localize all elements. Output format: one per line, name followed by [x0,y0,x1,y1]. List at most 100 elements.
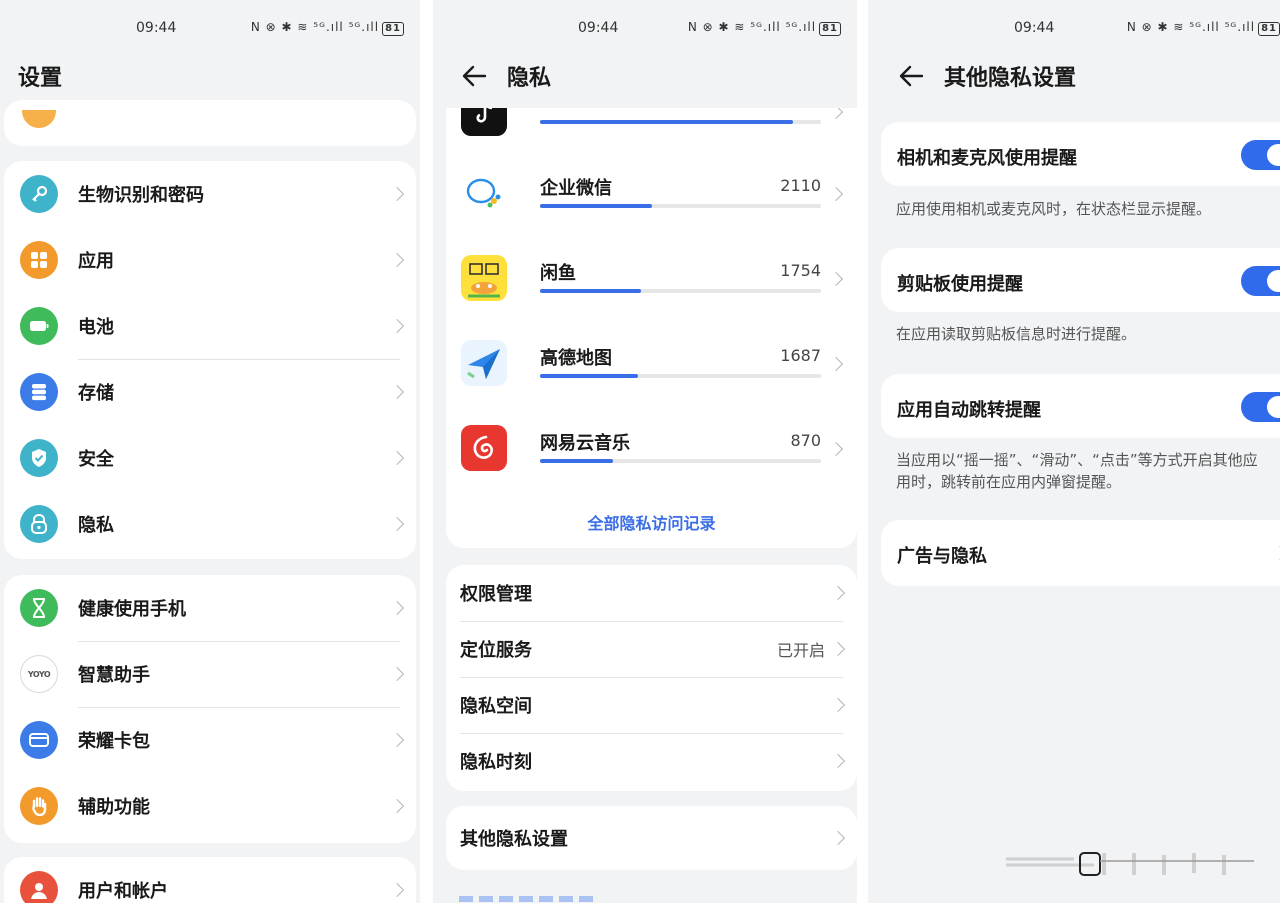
back-arrow-icon[interactable] [898,63,924,89]
battery-icon: 81 [1258,22,1280,36]
app-access-count: 1687 [780,346,821,365]
settings-card-partial [4,100,416,146]
status-bar: 09:44 N ⊗ ✱ ≋ ⁵ᴳ.ıll ⁵ᴳ.ıll 81 [0,0,420,52]
app-row-netease-music[interactable]: 网易云音乐 870 [446,409,857,489]
settings-item-label: 用户和帐户 [78,881,168,902]
app-access-count: 870 [790,431,821,450]
app-row-partial[interactable] [446,108,857,154]
menu-item-value: 已开启 [776,641,825,660]
chevron-right-icon [389,384,405,400]
settings-item-digital-balance[interactable]: 健康使用手机 [4,575,416,641]
app-usage-bar [540,289,821,293]
settings-item-label: 荣耀卡包 [78,731,150,752]
page-header: 其他隐私设置 [898,56,1280,96]
auto-jump-toggle[interactable] [1241,392,1280,422]
menu-item-private-space[interactable]: 隐私空间 [446,677,857,733]
app-usage-bar-fill [540,204,653,208]
settings-item-battery[interactable]: 电池 [4,293,416,359]
toggle-knob [1267,270,1280,292]
app-usage-bar-fill [540,459,614,463]
page-title: 隐私 [507,66,552,91]
menu-item-privacy-moments[interactable]: 隐私时刻 [446,733,857,789]
apps-grid-icon [20,241,58,279]
chevron-right-icon [828,108,844,120]
yoyo-icon: YOYO [20,655,58,693]
settings-item-apps[interactable]: 应用 [4,227,416,293]
settings-group-2: 健康使用手机 YOYO 智慧助手 荣耀卡包 辅助功能 [4,575,416,843]
back-arrow-icon[interactable] [461,63,487,89]
app-usage-bar-fill [540,120,793,124]
settings-item-assistant[interactable]: YOYO 智慧助手 [4,641,416,707]
hourglass-icon [20,589,58,627]
battery-icon: 81 [382,22,404,36]
privacy-lock-icon [20,505,58,543]
wecom-icon [461,170,507,216]
chevron-right-icon [389,318,405,334]
status-icons: N ⊗ ✱ ≋ ⁵ᴳ.ıll ⁵ᴳ.ıll 81 [1127,20,1280,36]
partial-link-cut [459,896,599,902]
menu-item-other-privacy[interactable]: 其他隐私设置 [446,806,857,870]
app-name: 企业微信 [540,178,612,199]
amap-icon [461,340,507,386]
signal-icons: N ⊗ ✱ ≋ ⁵ᴳ.ıll ⁵ᴳ.ıll [250,20,380,34]
toggle-knob [1267,396,1280,418]
menu-item-label: 定位服务 [460,640,532,661]
settings-item-accessibility[interactable]: 辅助功能 [4,773,416,839]
chevron-right-icon [389,186,405,202]
app-row-amap[interactable]: 高德地图 1687 [446,324,857,404]
status-bar: 09:44 N ⊗ ✱ ≋ ⁵ᴳ.ıll ⁵ᴳ.ıll 81 [433,0,857,52]
menu-item-location[interactable]: 定位服务 已开启 [446,621,857,677]
app-usage-bar-fill [540,289,642,293]
netease-music-icon [461,425,507,471]
settings-item-storage[interactable]: 存储 [4,359,416,425]
settings-screen: 09:44 N ⊗ ✱ ≋ ⁵ᴳ.ıll ⁵ᴳ.ıll 81 设置 生物识别和密码… [0,0,420,903]
settings-item-biometrics[interactable]: 生物识别和密码 [4,161,416,227]
settings-item-wallet[interactable]: 荣耀卡包 [4,707,416,773]
chevron-right-icon [830,641,846,657]
toggle-description: 当应用以“摇一摇”、“滑动”、“点击”等方式开启其他应用时，跳转前在应用内弹窗提… [896,451,1258,491]
settings-item-accounts[interactable]: 用户和帐户 [4,857,416,903]
app-usage-bar [540,459,821,463]
divider [460,621,843,622]
clipboard-toggle[interactable] [1241,266,1280,296]
settings-item-label: 应用 [78,251,114,272]
toggle-card-clipboard: 剪贴板使用提醒 [881,248,1280,312]
other-privacy-screen: 09:44 N ⊗ ✱ ≋ ⁵ᴳ.ıll ⁵ᴳ.ıll 81 其他隐私设置 相机和… [868,0,1280,903]
menu-item-label: 隐私空间 [460,696,532,717]
chevron-right-icon [389,666,405,682]
settings-item-security[interactable]: 安全 [4,425,416,491]
chevron-right-icon [830,585,846,601]
menu-item-label: 隐私时刻 [460,752,532,773]
app-row-wecom[interactable]: 企业微信 2110 [446,154,857,234]
settings-group-1: 生物识别和密码 应用 电池 存储 安全 隐私 [4,161,416,559]
chevron-right-icon [828,356,844,372]
settings-item-privacy[interactable]: 隐私 [4,491,416,557]
toggle-knob [1267,144,1280,166]
chevron-right-icon [830,697,846,713]
menu-item-permissions[interactable]: 权限管理 [446,565,857,621]
divider [78,359,400,360]
partial-icon [22,110,56,128]
app-name: 闲鱼 [540,263,576,284]
all-records-link[interactable]: 全部隐私访问记录 [446,510,857,534]
hand-icon [20,787,58,825]
toggle-card-camera-mic: 相机和麦克风使用提醒 [881,122,1280,186]
app-access-count: 2110 [780,176,821,195]
app-usage-bar-fill [540,374,639,378]
settings-item-label: 安全 [78,449,114,470]
xianyu-icon [461,255,507,301]
tiktok-icon [461,108,507,136]
settings-item-label: 隐私 [78,515,114,536]
privacy-screen: 09:44 N ⊗ ✱ ≋ ⁵ᴳ.ıll ⁵ᴳ.ıll 81 隐私 企业微信 21… [433,0,857,903]
user-icon [20,871,58,903]
ads-privacy-card[interactable]: 广告与隐私 [881,520,1280,586]
chevron-right-icon [389,798,405,814]
camera-mic-toggle[interactable] [1241,140,1280,170]
settings-item-label: 生物识别和密码 [78,185,204,206]
app-row-xianyu[interactable]: 闲鱼 1754 [446,239,857,319]
toggle-label: 相机和麦克风使用提醒 [897,148,1077,169]
status-time: 09:44 [136,20,177,36]
app-name: 高德地图 [540,348,612,369]
privacy-menu-card: 权限管理 定位服务 已开启 隐私空间 隐私时刻 [446,565,857,791]
status-icons: N ⊗ ✱ ≋ ⁵ᴳ.ıll ⁵ᴳ.ıll 81 [251,20,404,36]
